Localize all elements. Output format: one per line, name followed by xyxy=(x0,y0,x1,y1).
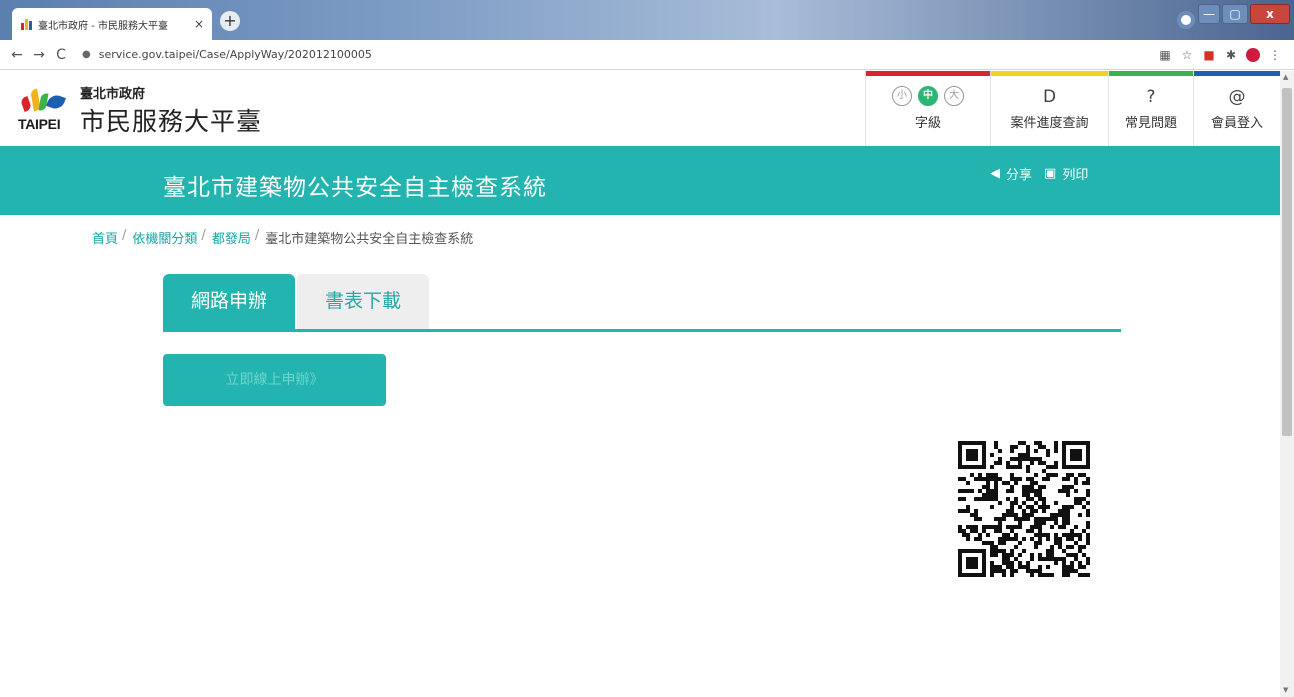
font-medium-button[interactable]: 中 xyxy=(918,86,938,106)
reload-button[interactable]: C xyxy=(50,47,72,63)
extensions-puzzle-icon[interactable]: ✱ xyxy=(1220,48,1242,62)
pdf-extension-icon[interactable]: ■ xyxy=(1198,48,1220,62)
address-bar[interactable]: ● service.gov.taipei/Case/ApplyWay/20201… xyxy=(82,44,1142,66)
taipei-logo-icon: TAIPEI xyxy=(18,83,70,132)
forward-button[interactable]: → xyxy=(28,47,50,63)
login-label: 會員登入 xyxy=(1210,116,1263,131)
browser-toolbar: ← → C ● service.gov.taipei/Case/ApplyWay… xyxy=(0,40,1294,70)
site-header: TAIPEI 臺北市政府 市民服務大平臺 小 中 大 字級 D 案件進度查詢 ?… xyxy=(0,71,1280,146)
breadcrumb-home[interactable]: 首頁 xyxy=(92,228,118,247)
font-small-button[interactable]: 小 xyxy=(892,86,912,106)
page-title: 臺北市建築物公共安全自主檢查系統 xyxy=(163,175,547,201)
font-size-label: 字級 xyxy=(914,116,941,131)
breadcrumb-separator: / xyxy=(122,228,127,243)
question-icon: ? xyxy=(1146,87,1156,107)
tab-online-apply[interactable]: 網路申辦 xyxy=(163,274,296,329)
font-large-button[interactable]: 大 xyxy=(944,86,964,106)
tab-close-icon[interactable]: × xyxy=(194,17,204,31)
window-maximize-button[interactable]: ▢ xyxy=(1222,4,1248,24)
scrollbar-thumb[interactable] xyxy=(1282,88,1292,436)
browser-tab[interactable]: 臺北市政府 - 市民服務大平臺 × xyxy=(12,8,212,40)
font-size-control: 小 中 大 字級 xyxy=(865,71,990,146)
window-close-button[interactable]: x xyxy=(1250,4,1290,24)
login-link[interactable]: @ 會員登入 xyxy=(1193,71,1280,146)
breadcrumb-category[interactable]: 依機關分類 xyxy=(132,228,197,247)
print-button[interactable]: ▣ 列印 xyxy=(1044,164,1088,183)
case-query-link[interactable]: D 案件進度查詢 xyxy=(990,71,1108,146)
faq-link[interactable]: ? 常見問題 xyxy=(1108,71,1193,146)
browser-tabbar: 臺北市政府 - 市民服務大平臺 × + — ▢ x xyxy=(0,0,1294,40)
bookmark-star-icon[interactable]: ☆ xyxy=(1176,48,1198,62)
breadcrumb: 首頁 / 依機關分類 / 都發局 / 臺北市建築物公共安全自主檢查系統 xyxy=(92,228,473,247)
new-tab-button[interactable]: + xyxy=(220,11,240,31)
share-button[interactable]: ◀ 分享 xyxy=(990,164,1032,183)
apply-online-button[interactable]: 立即線上申辦》 xyxy=(163,354,386,406)
case-query-label: 案件進度查詢 xyxy=(1010,116,1089,131)
faq-label: 常見問題 xyxy=(1124,116,1177,131)
profile-avatar-icon[interactable] xyxy=(1242,47,1264,62)
user-icon: @ xyxy=(1228,87,1246,107)
tab-form-download[interactable]: 書表下載 xyxy=(297,274,430,329)
site-name: 市民服務大平臺 xyxy=(80,107,263,136)
translate-icon[interactable]: ▦ xyxy=(1154,48,1176,62)
url-text: service.gov.taipei/Case/ApplyWay/2020121… xyxy=(98,48,372,61)
share-label: 分享 xyxy=(1006,168,1033,183)
content-tabs: 網路申辦 書表下載 xyxy=(163,274,430,329)
scroll-down-arrow-icon[interactable]: ▼ xyxy=(1283,686,1288,694)
tab-title: 臺北市政府 - 市民服務大平臺 xyxy=(38,20,168,32)
breadcrumb-current: 臺北市建築物公共安全自主檢查系統 xyxy=(265,232,474,247)
window-minimize-button[interactable]: — xyxy=(1198,4,1220,24)
back-button[interactable]: ← xyxy=(6,47,28,63)
breadcrumb-separator: / xyxy=(254,228,260,243)
qr-code-image xyxy=(958,441,1090,577)
browser-profile-icon[interactable] xyxy=(1177,11,1195,29)
breadcrumb-agency[interactable]: 都發局 xyxy=(212,228,251,247)
breadcrumb-separator: / xyxy=(201,228,206,243)
lock-icon: ● xyxy=(82,49,91,60)
printer-icon: ▣ xyxy=(1044,166,1057,181)
document-icon: D xyxy=(1042,87,1057,107)
share-icon: ◀ xyxy=(990,166,1000,181)
taipei-favicon-icon xyxy=(20,18,32,30)
tab-underline xyxy=(163,329,1121,332)
scroll-up-arrow-icon[interactable]: ▲ xyxy=(1283,73,1288,81)
page-banner: 臺北市建築物公共安全自主檢查系統 ◀ 分享 ▣ 列印 xyxy=(0,146,1280,215)
site-logo[interactable]: TAIPEI 臺北市政府 市民服務大平臺 xyxy=(18,83,262,138)
browser-menu-icon[interactable]: ⋮ xyxy=(1264,48,1286,62)
org-name: 臺北市政府 xyxy=(80,87,146,102)
print-label: 列印 xyxy=(1062,168,1089,183)
logo-word: TAIPEI xyxy=(18,116,61,132)
